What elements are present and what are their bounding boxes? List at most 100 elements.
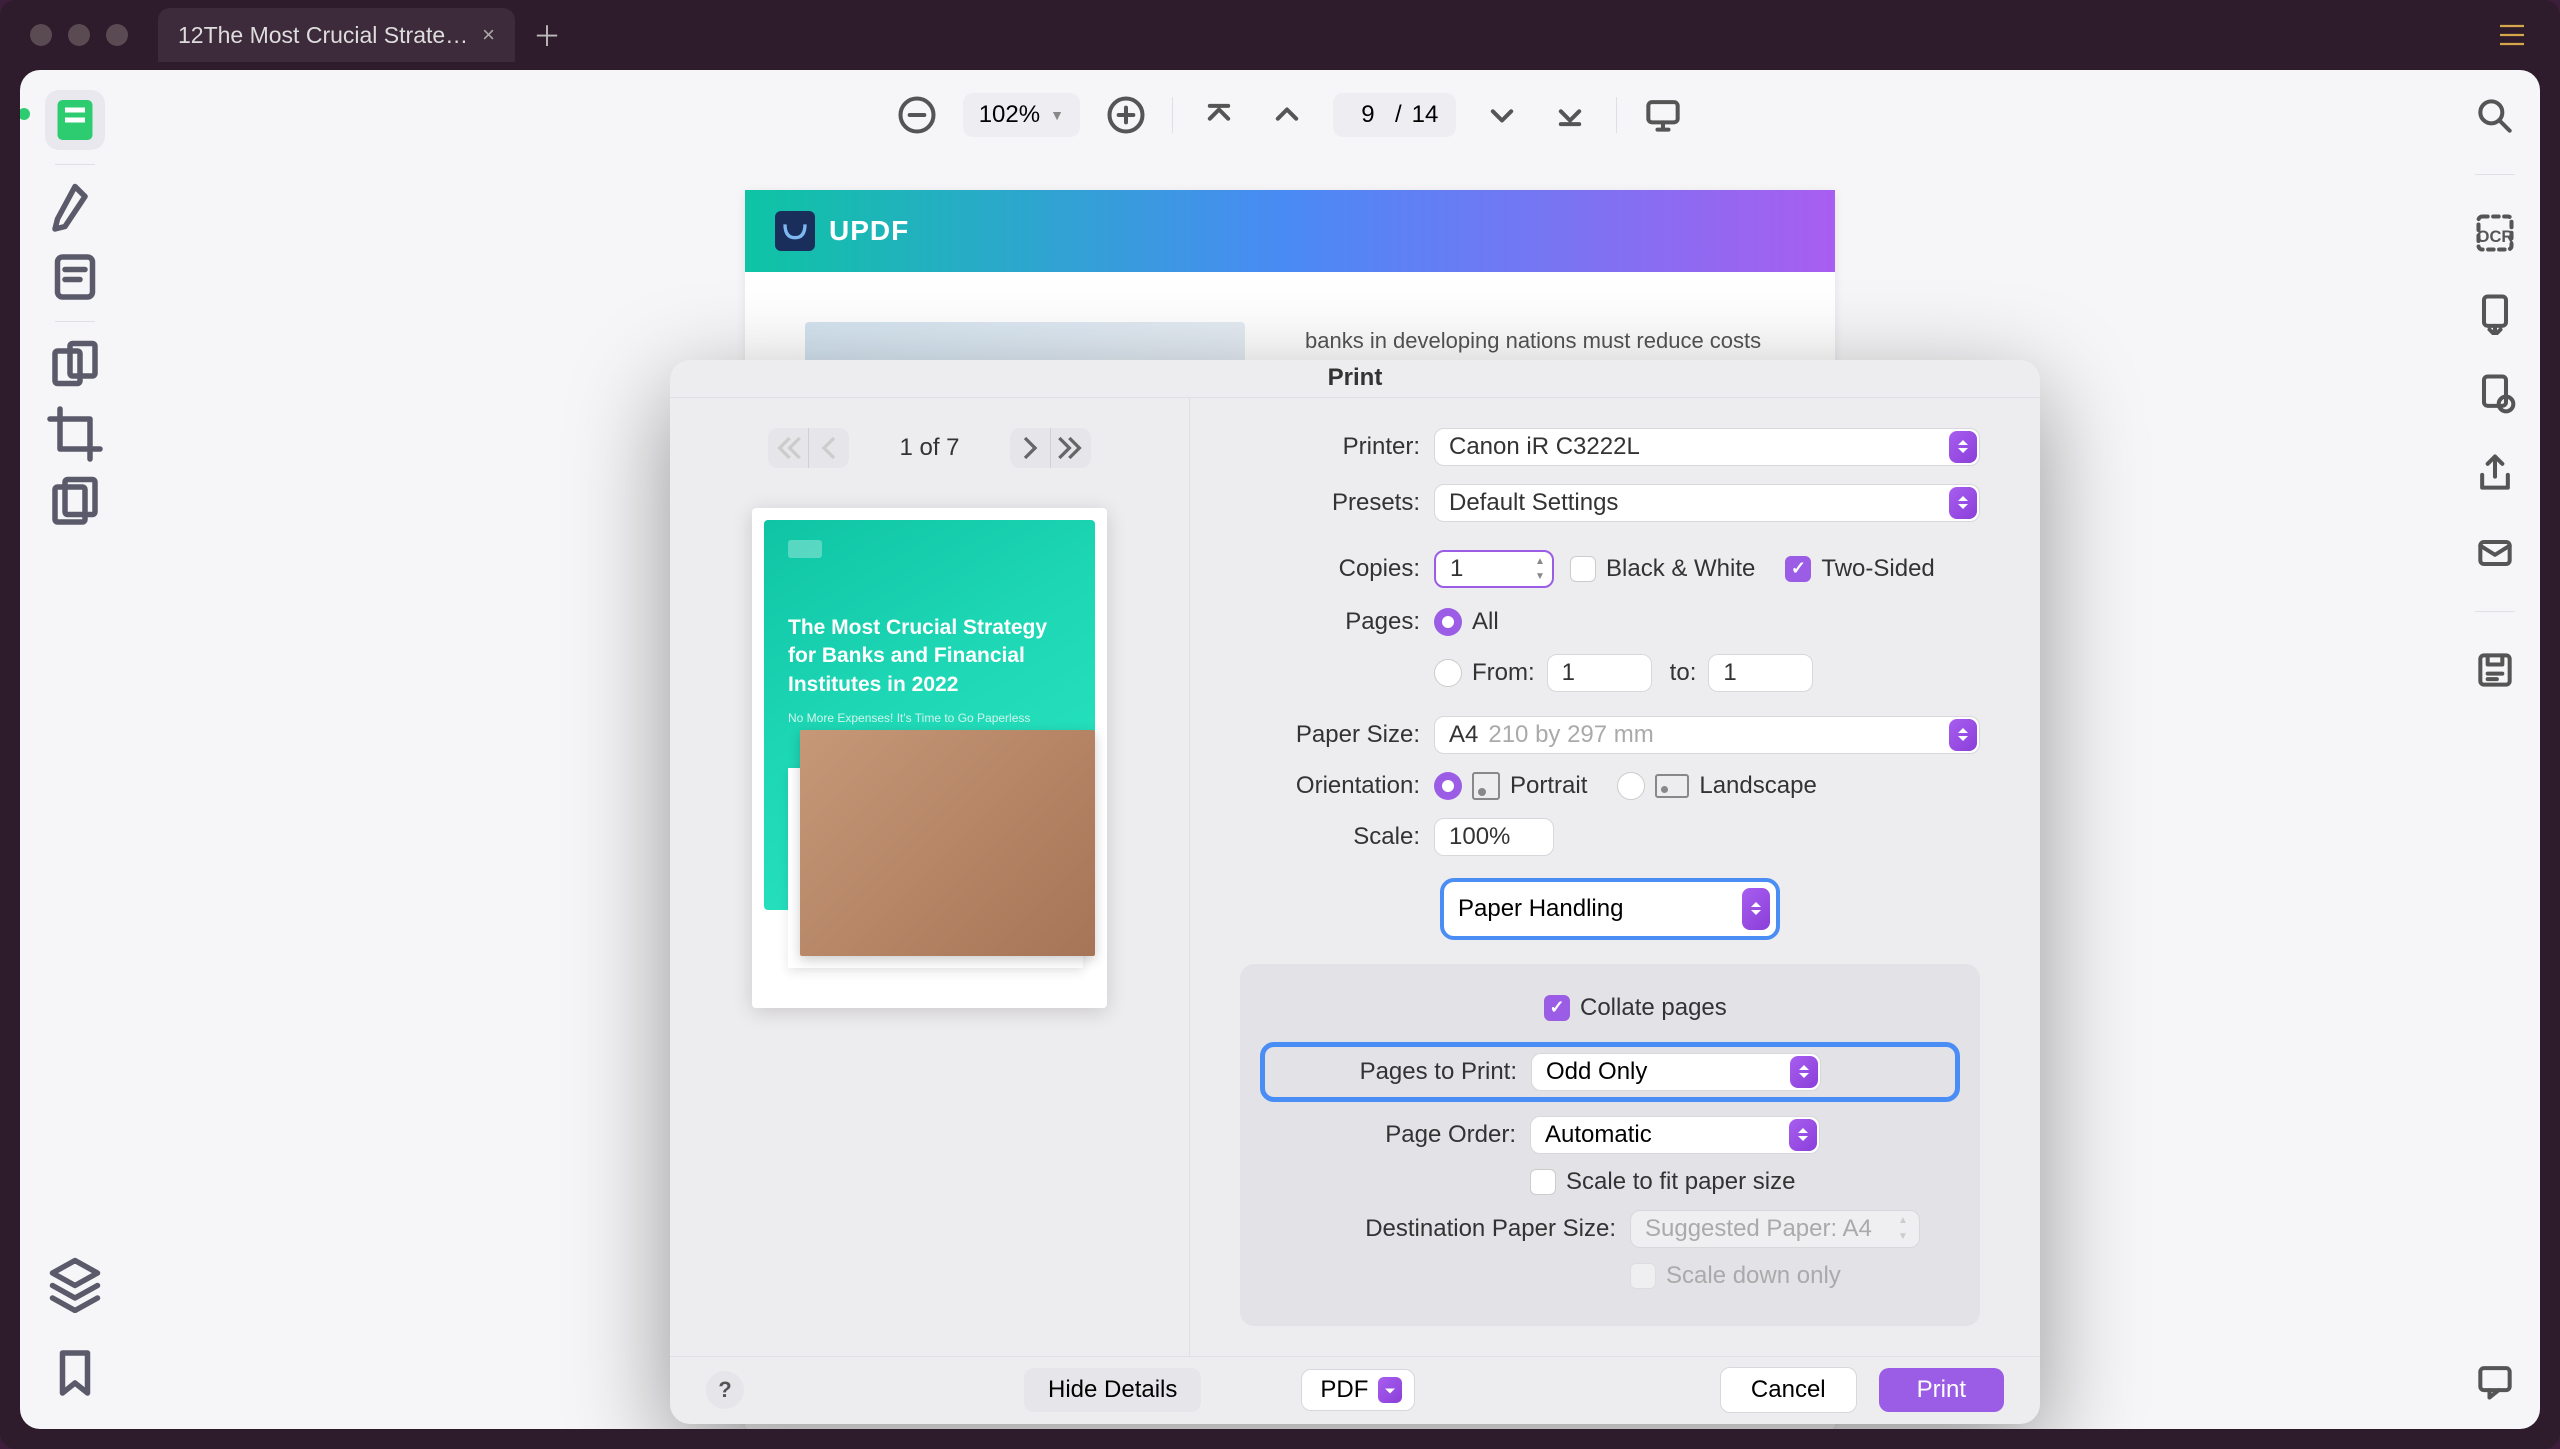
preview-last-button[interactable] <box>1051 428 1091 468</box>
email-button[interactable] <box>2473 531 2517 575</box>
presets-label: Presets: <box>1240 489 1434 517</box>
organize-pages-button[interactable] <box>45 336 105 396</box>
preview-prev-button[interactable] <box>809 428 849 468</box>
select-arrows-icon <box>1790 1056 1818 1088</box>
scale-fit-checkbox[interactable] <box>1530 1169 1556 1195</box>
select-arrows-icon <box>1949 719 1977 751</box>
presets-select[interactable]: Default Settings <box>1434 484 1980 522</box>
first-page-button[interactable] <box>1197 93 1241 137</box>
crop-tool-button[interactable] <box>45 404 105 464</box>
page-order-select[interactable]: Automatic <box>1530 1116 1820 1154</box>
pages-all-label: All <box>1472 608 1499 636</box>
copies-value: 1 <box>1450 555 1463 583</box>
zoom-out-button[interactable] <box>895 93 939 137</box>
save-button[interactable] <box>2473 648 2517 692</box>
dialog-title: Print <box>670 360 2040 398</box>
document-tab[interactable]: 12The Most Crucial Strate… × <box>158 8 515 62</box>
pages-to-print-select[interactable]: Odd Only <box>1531 1053 1821 1091</box>
copies-input[interactable]: 1 ▲▼ <box>1434 550 1554 588</box>
cancel-button[interactable]: Cancel <box>1720 1367 1857 1413</box>
dest-paper-label: Destination Paper Size: <box>1270 1215 1630 1243</box>
scale-value: 100% <box>1449 823 1510 851</box>
current-page-input[interactable] <box>1351 101 1385 129</box>
page-input-group: / 14 <box>1333 93 1456 137</box>
hide-details-button[interactable]: Hide Details <box>1024 1368 1201 1412</box>
convert-button[interactable] <box>2473 291 2517 335</box>
prev-page-button[interactable] <box>1265 93 1309 137</box>
window-minimize-button[interactable] <box>68 24 90 46</box>
preview-first-button[interactable] <box>768 428 808 468</box>
pages-to-print-value: Odd Only <box>1546 1058 1647 1086</box>
printer-label: Printer: <box>1240 433 1434 461</box>
print-button[interactable]: Print <box>1879 1368 2004 1412</box>
settings-pane: Printer: Canon iR C3222L Presets: Defaul… <box>1190 398 2040 1356</box>
share-button[interactable] <box>2473 451 2517 495</box>
scale-fit-label: Scale to fit paper size <box>1566 1168 1795 1196</box>
portrait-radio[interactable] <box>1434 772 1462 800</box>
redact-tool-button[interactable] <box>45 472 105 532</box>
paper-size-select[interactable]: A4 210 by 297 mm <box>1434 716 1980 754</box>
ocr-button[interactable]: OCR <box>2473 211 2517 255</box>
close-tab-icon[interactable]: × <box>482 22 495 48</box>
last-page-button[interactable] <box>1548 93 1592 137</box>
pages-all-radio[interactable] <box>1434 608 1462 636</box>
window-maximize-button[interactable] <box>106 24 128 46</box>
bookmark-button[interactable] <box>45 1343 105 1403</box>
layers-button[interactable] <box>45 1253 105 1313</box>
dest-paper-value: Suggested Paper: A4 <box>1645 1215 1872 1243</box>
help-button[interactable]: ? <box>706 1371 744 1409</box>
black-white-checkbox[interactable] <box>1570 556 1596 582</box>
dialog-body: 1 of 7 <box>670 398 2040 1356</box>
annotate-tool-button[interactable] <box>45 179 105 239</box>
svg-text:OCR: OCR <box>2477 228 2514 246</box>
pages-to-print-highlight: Pages to Print: Odd Only <box>1260 1042 1960 1102</box>
zoom-select[interactable]: 102% ▼ <box>963 93 1080 137</box>
two-sided-checkbox[interactable] <box>1785 556 1811 582</box>
to-input[interactable]: 1 <box>1708 654 1813 692</box>
collate-label: Collate pages <box>1580 994 1727 1022</box>
edit-tool-button[interactable] <box>45 247 105 307</box>
chevron-down-icon: ▼ <box>1050 107 1064 123</box>
scale-input[interactable]: 100% <box>1434 818 1554 856</box>
select-arrows-icon <box>1789 1119 1817 1151</box>
presets-value: Default Settings <box>1449 489 1618 517</box>
stepper-icon[interactable]: ▲▼ <box>1530 554 1550 584</box>
preview-nav: 1 of 7 <box>768 428 1090 468</box>
zoom-value: 102% <box>979 101 1040 129</box>
pdf-dropdown-button[interactable]: PDF <box>1301 1369 1415 1411</box>
pages-range-radio[interactable] <box>1434 659 1462 687</box>
dest-paper-select: Suggested Paper: A4 ▲▼ <box>1630 1210 1920 1248</box>
zoom-in-button[interactable] <box>1104 93 1148 137</box>
paper-size-name: A4 <box>1449 721 1478 749</box>
protect-button[interactable] <box>2473 371 2517 415</box>
add-tab-button[interactable]: ＋ <box>533 15 561 55</box>
reader-mode-button[interactable] <box>45 90 105 150</box>
preview-next-button[interactable] <box>1010 428 1050 468</box>
printer-value: Canon iR C3222L <box>1449 433 1640 461</box>
preview-nav-back-group <box>768 428 849 468</box>
present-button[interactable] <box>1641 93 1685 137</box>
preview-counter: 1 of 7 <box>899 434 959 462</box>
search-button[interactable] <box>2473 94 2517 138</box>
dialog-footer: ? Hide Details PDF Cancel Print <box>670 1356 2040 1424</box>
from-input[interactable]: 1 <box>1547 654 1652 692</box>
updf-logo-icon <box>775 211 815 251</box>
pages-label: Pages: <box>1240 608 1434 636</box>
collate-checkbox[interactable] <box>1544 995 1570 1021</box>
chevron-down-icon <box>1378 1377 1402 1403</box>
right-sidebar: OCR <box>2450 70 2540 1429</box>
window-close-button[interactable] <box>30 24 52 46</box>
scale-label: Scale: <box>1240 823 1434 851</box>
landscape-radio[interactable] <box>1617 772 1645 800</box>
landscape-icon <box>1655 774 1689 798</box>
top-toolbar: 102% ▼ / 14 <box>130 70 2450 160</box>
comments-button[interactable] <box>2473 1359 2517 1403</box>
preview-nav-forward-group <box>1010 428 1091 468</box>
next-page-button[interactable] <box>1480 93 1524 137</box>
printer-select[interactable]: Canon iR C3222L <box>1434 428 1980 466</box>
from-value: 1 <box>1562 659 1575 687</box>
thumb-title: The Most Crucial Strategy for Banks and … <box>788 614 1071 699</box>
main-area: 102% ▼ / 14 <box>20 70 2540 1429</box>
traffic-lights <box>30 24 128 46</box>
section-select[interactable]: Paper Handling <box>1440 878 1780 940</box>
